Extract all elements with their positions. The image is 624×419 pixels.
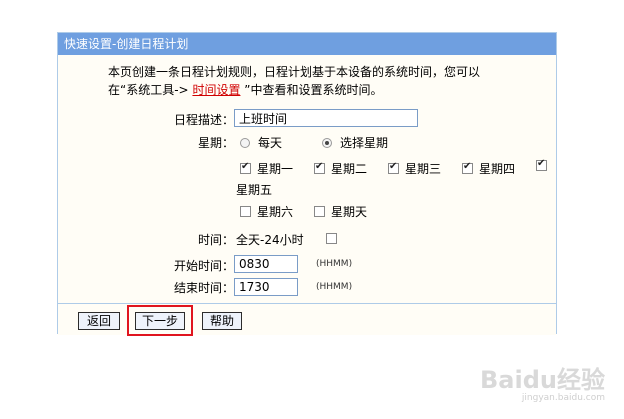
back-button[interactable]: 返回 bbox=[78, 312, 120, 330]
checkbox-icon[interactable] bbox=[314, 161, 325, 174]
checkbox-icon[interactable] bbox=[388, 161, 399, 174]
allday-checkbox[interactable] bbox=[326, 233, 337, 244]
end-time-label: 结束时间： bbox=[173, 281, 234, 295]
radio-select-days-icon[interactable] bbox=[322, 137, 332, 148]
day-checkbox-tue[interactable]: 星期二 bbox=[314, 160, 367, 177]
start-time-input[interactable] bbox=[234, 255, 298, 273]
radio-select-days[interactable]: 选择星期 bbox=[322, 134, 388, 151]
checkbox-icon[interactable] bbox=[462, 161, 473, 174]
button-bar: 返回 下一步 帮助 bbox=[58, 303, 556, 336]
desc-label: 日程描述： bbox=[173, 113, 234, 127]
allday-label: 全天-24小时 bbox=[236, 233, 304, 247]
start-time-label: 开始时间： bbox=[173, 259, 234, 273]
radio-everyday[interactable]: 每天 bbox=[240, 134, 282, 151]
help-button[interactable]: 帮助 bbox=[202, 312, 242, 330]
radio-everyday-label: 每天 bbox=[258, 136, 283, 150]
checkbox-icon[interactable] bbox=[536, 158, 547, 171]
panel-title: 快速设置-创建日程计划 bbox=[58, 33, 556, 55]
checkbox-icon[interactable] bbox=[240, 161, 251, 174]
day-label: 星期二 bbox=[331, 162, 368, 176]
day-label: 星期天 bbox=[331, 205, 368, 219]
radio-everyday-icon[interactable] bbox=[240, 137, 250, 148]
end-time-input[interactable] bbox=[234, 278, 298, 296]
quick-setup-panel: 快速设置-创建日程计划 本页创建一条日程计划规则，日程计划基于本设备的系统时间，… bbox=[57, 32, 557, 336]
checkbox-icon[interactable] bbox=[240, 206, 251, 217]
intro-line-1: 本页创建一条日程计划规则，日程计划基于本设备的系统时间，您可以 bbox=[108, 65, 481, 79]
intro-line-2: 在“系统工具-> 时间设置 ”中查看和设置系统时间。 bbox=[108, 81, 480, 99]
intro-prefix: 在“系统工具-> bbox=[108, 83, 189, 97]
day-label: 星期一 bbox=[257, 162, 294, 176]
day-label: 星期四 bbox=[479, 162, 516, 176]
day-label: 星期三 bbox=[405, 162, 442, 176]
day-checkbox-sat[interactable]: 星期六 bbox=[240, 203, 293, 220]
time-label: 时间： bbox=[197, 233, 234, 247]
intro-text: 本页创建一条日程计划规则，日程计划基于本设备的系统时间，您可以 在“系统工具->… bbox=[108, 63, 480, 99]
day-checkbox-wed[interactable]: 星期三 bbox=[388, 160, 441, 177]
week-label: 星期： bbox=[197, 136, 234, 150]
day-label-fri: 星期五 bbox=[236, 183, 273, 197]
time-settings-link[interactable]: 时间设置 bbox=[192, 83, 240, 97]
intro-suffix: ”中查看和设置系统时间。 bbox=[244, 83, 383, 97]
end-hhmm-hint: (HHMM) bbox=[316, 282, 353, 292]
watermark-sub: jingyan.baidu.com bbox=[521, 393, 605, 403]
day-checkbox-thu[interactable]: 星期四 bbox=[462, 160, 515, 177]
checkbox-icon[interactable] bbox=[314, 206, 325, 217]
watermark-logo: Baidu经验 jingyan.baidu.com bbox=[480, 360, 605, 403]
next-button[interactable]: 下一步 bbox=[135, 312, 185, 330]
radio-select-days-label: 选择星期 bbox=[340, 136, 389, 150]
watermark-text: Baidu经验 bbox=[480, 366, 605, 394]
day-checkbox-sun[interactable]: 星期天 bbox=[314, 203, 367, 220]
day-checkbox-fri[interactable] bbox=[536, 158, 553, 171]
day-label: 星期六 bbox=[257, 205, 294, 219]
day-checkbox-mon[interactable]: 星期一 bbox=[240, 160, 293, 177]
start-hhmm-hint: (HHMM) bbox=[316, 259, 353, 269]
schedule-desc-input[interactable] bbox=[234, 109, 418, 127]
